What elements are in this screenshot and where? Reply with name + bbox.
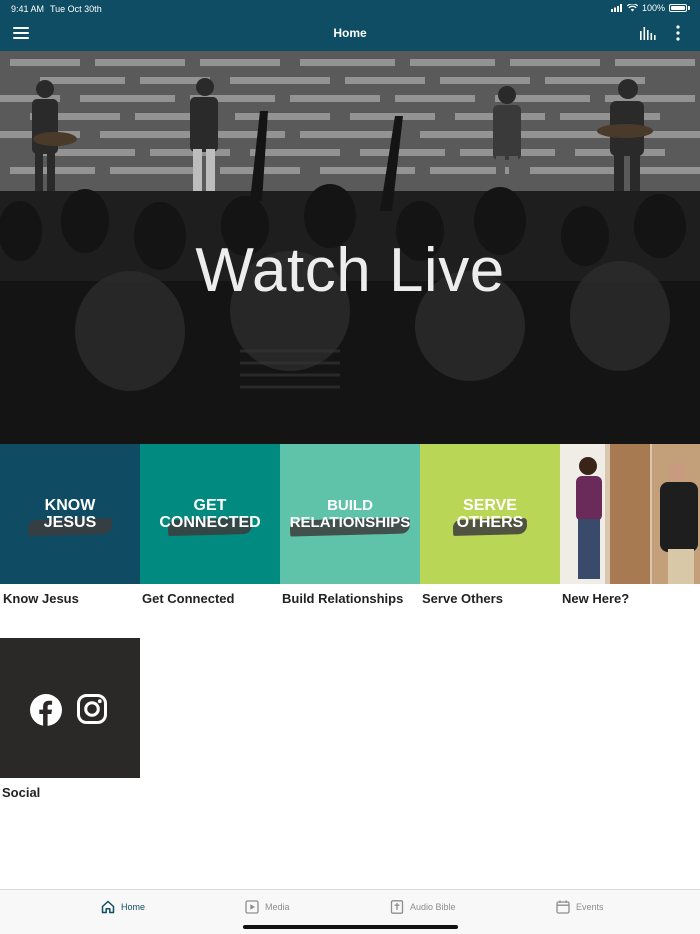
more-vertical-icon[interactable] [673,25,683,41]
battery-icon [669,4,687,12]
home-icon [101,900,115,914]
navigation-bar: 9:41 AM Tue Oct 30th 100% Home [0,0,700,51]
watch-live-banner[interactable]: Watch Live [0,51,700,444]
page-title: Home [333,26,367,40]
calendar-icon [556,900,570,914]
tab-home[interactable]: Home [101,900,145,914]
new-here-photo [560,444,700,584]
home-indicator [243,925,458,929]
tile-new-here[interactable] [560,444,700,584]
tile-label-serve-others[interactable]: Serve Others [422,591,503,606]
wifi-icon [626,4,638,12]
tab-label-events: Events [576,902,604,912]
instagram-icon [77,694,107,724]
tab-events[interactable]: Events [556,900,604,914]
status-right: 100% [610,3,690,13]
tile-get-connected[interactable]: GET CONNECTED [140,444,280,584]
status-date: Tue Oct 30th [50,4,102,14]
tile-label-build-relationships[interactable]: Build Relationships [282,591,403,606]
tile-heading: BUILD RELATIONSHIPS [289,497,411,531]
tile-heading: KNOW JESUS [43,497,97,531]
hero-title: Watch Live [195,236,505,305]
play-icon [245,900,259,914]
tile-label-get-connected[interactable]: Get Connected [142,591,234,606]
tile-label-new-here[interactable]: New Here? [562,591,629,606]
tab-media[interactable]: Media [245,900,290,914]
status-time: 9:41 AM [11,4,45,14]
tab-label-audio-bible: Audio Bible [410,902,456,912]
battery-tip [688,6,690,10]
tab-label-home: Home [121,902,146,912]
tile-know-jesus[interactable]: KNOW JESUS [0,444,140,584]
signal-icon [610,4,622,12]
audio-levels-icon[interactable] [640,27,656,40]
tile-build-relationships[interactable]: BUILD RELATIONSHIPS [280,444,420,584]
tile-social[interactable] [0,638,140,778]
bible-icon [390,900,404,914]
tile-heading: GET CONNECTED [159,497,261,531]
tab-audio-bible[interactable]: Audio Bible [390,900,456,914]
tile-label-know-jesus[interactable]: Know Jesus [3,591,79,606]
tile-label-social[interactable]: Social [2,785,40,800]
status-bar: 9:41 AM Tue Oct 30th 100% [0,0,700,17]
facebook-icon [30,694,62,726]
tab-label-media: Media [265,902,290,912]
tile-heading: SERVE OTHERS [456,497,524,531]
battery-percent: 100% [641,3,665,13]
tile-serve-others[interactable]: SERVE OTHERS [420,444,560,584]
